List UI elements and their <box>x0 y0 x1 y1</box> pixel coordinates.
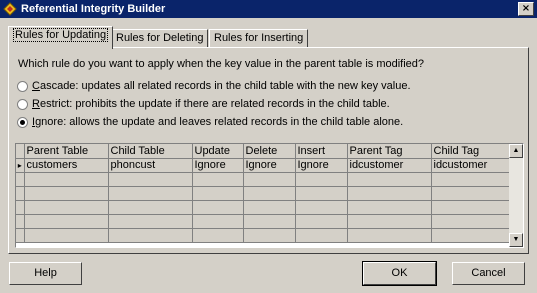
column-header[interactable]: Parent Tag <box>347 144 432 159</box>
tab-strip: Rules for Updating Rules for Deleting Ru… <box>8 26 528 49</box>
ok-button[interactable]: OK <box>362 261 437 286</box>
empty-row <box>16 186 516 201</box>
close-icon: × <box>521 3 531 14</box>
table-cell[interactable]: Ignore <box>243 158 296 173</box>
rules-table: Parent Table Child Table Update Delete I… <box>16 144 516 243</box>
rule-question: Which rule do you want to apply when the… <box>18 58 425 70</box>
cancel-button[interactable]: Cancel <box>452 262 525 285</box>
tab-label: Rules for Inserting <box>214 32 304 44</box>
help-button-label: Help <box>34 267 57 279</box>
option-restrict-label: Restrict: prohibits the update if there … <box>32 98 390 110</box>
column-header[interactable]: Parent Table <box>24 144 109 159</box>
option-cascade[interactable]: Cascade: updates all related records in … <box>17 80 411 92</box>
vertical-scrollbar[interactable]: ▲ ▼ <box>509 144 523 247</box>
cancel-button-label: Cancel <box>471 267 506 279</box>
radio-ignore[interactable] <box>17 116 28 128</box>
column-header[interactable]: Child Tag <box>431 144 516 159</box>
rules-grid[interactable]: Parent Table Child Table Update Delete I… <box>15 143 524 248</box>
app-icon <box>3 2 17 16</box>
empty-row <box>16 200 516 215</box>
tab-rules-for-inserting[interactable]: Rules for Inserting <box>209 29 309 48</box>
radio-cascade[interactable] <box>17 80 28 92</box>
table-cell[interactable]: customers <box>24 158 109 173</box>
row-header-corner <box>16 144 25 159</box>
option-ignore-label: Ignore: allows the update and leaves rel… <box>32 116 404 128</box>
table-row[interactable]: ▸ customers phoncust Ignore Ignore Ignor… <box>16 158 516 173</box>
table-cell[interactable]: phoncust <box>108 158 193 173</box>
column-header[interactable]: Update <box>192 144 244 159</box>
ok-button-label: OK <box>391 267 408 279</box>
table-cell[interactable]: Ignore <box>295 158 348 173</box>
table-cell[interactable]: Ignore <box>192 158 244 173</box>
tab-rules-for-deleting[interactable]: Rules for Deleting <box>111 29 209 48</box>
help-button[interactable]: Help <box>9 262 82 285</box>
header-row: Parent Table Child Table Update Delete I… <box>16 144 516 159</box>
table-cell[interactable]: idcustomer <box>431 158 516 173</box>
table-cell[interactable]: idcustomer <box>347 158 432 173</box>
tab-label: Rules for Deleting <box>116 32 204 44</box>
option-ignore[interactable]: Ignore: allows the update and leaves rel… <box>17 116 403 128</box>
column-header[interactable]: Child Table <box>108 144 193 159</box>
empty-row <box>16 172 516 187</box>
option-restrict[interactable]: Restrict: prohibits the update if there … <box>17 98 390 110</box>
column-header[interactable]: Insert <box>295 144 348 159</box>
close-button[interactable]: × <box>518 2 534 16</box>
scroll-down-arrow-icon[interactable]: ▼ <box>509 233 523 247</box>
empty-row <box>16 228 516 243</box>
option-cascade-label: Cascade: updates all related records in … <box>32 80 411 92</box>
empty-row <box>16 214 516 229</box>
tab-rules-for-updating[interactable]: Rules for Updating <box>8 26 114 49</box>
window-title: Referential Integrity Builder <box>21 3 166 15</box>
column-header[interactable]: Delete <box>243 144 296 159</box>
tab-label: Rules for Updating <box>13 28 109 42</box>
tab-panel: Which rule do you want to apply when the… <box>8 47 529 254</box>
title-bar: Referential Integrity Builder × <box>0 0 537 18</box>
radio-restrict[interactable] <box>17 98 28 110</box>
scroll-up-arrow-icon[interactable]: ▲ <box>509 144 523 158</box>
current-row-indicator: ▸ <box>16 158 25 173</box>
